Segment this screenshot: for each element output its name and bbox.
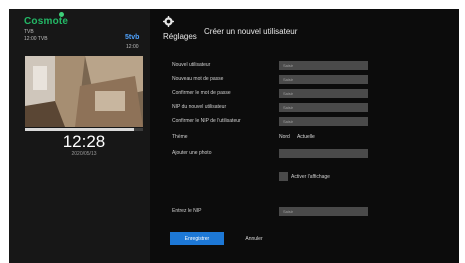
new-pin-input[interactable] [279, 103, 368, 112]
progress-fill [25, 128, 134, 131]
form-row-new-password: Nouveau mot de passe [172, 75, 372, 85]
save-button[interactable]: Enregistrer [170, 232, 224, 245]
theme-radio-group: Nord Actuelle [279, 134, 321, 140]
brand-dot-icon [59, 12, 64, 17]
form-row-new-user: Nouvel utilisateur [172, 61, 372, 71]
confirm-pin-input[interactable] [279, 117, 368, 126]
form-row-confirm-pin: Confirmer le NIP de l'utilisateur [172, 117, 372, 127]
date: 2020/05/13 [71, 151, 97, 157]
cancel-button[interactable]: Annuler [231, 232, 277, 245]
new-user-label: Nouvel utilisateur [172, 62, 211, 68]
program-line-2: 12:00 TVB [24, 36, 48, 42]
new-password-label: Nouveau mot de passe [172, 76, 224, 82]
pin-label: Entrez le NIP [172, 208, 202, 214]
confirm-pin-label: Confirmer le NIP de l'utilisateur [172, 118, 241, 124]
program-line-1: TVB [24, 29, 34, 35]
avatar-label: Ajouter une photo [172, 150, 212, 156]
display-checkbox-label: Activer l'affichage [291, 174, 330, 180]
display-checkbox[interactable] [279, 172, 288, 181]
new-user-input[interactable] [279, 61, 368, 70]
program-time: 12:00 [126, 44, 139, 50]
confirm-password-label: Confirmer le mot de passe [172, 90, 231, 96]
avatar-input[interactable] [279, 149, 368, 158]
sidebar-panel: Cosmote 5tvb TVB 12:00 TVB 12:00 12:28 2… [9, 9, 150, 263]
confirm-password-input[interactable] [279, 89, 368, 98]
settings-title: Réglages [163, 32, 197, 41]
form-row-new-pin: NIP du nouvel utilisateur [172, 103, 372, 113]
pin-input[interactable] [279, 207, 368, 216]
brand-logo: Cosmote [24, 16, 69, 27]
screen: Cosmote 5tvb TVB 12:00 TVB 12:00 12:28 2… [9, 9, 459, 263]
video-frame-image [25, 56, 143, 127]
clock: 12:28 [62, 132, 106, 151]
progress-bar [25, 128, 143, 131]
theme-label: Thème [172, 134, 188, 140]
theme-option-nord[interactable]: Nord [279, 134, 290, 140]
page-title: Créer un nouvel utilisateur [204, 27, 298, 36]
form-row-confirm-password: Confirmer le mot de passe [172, 89, 372, 99]
gear-icon [163, 16, 174, 27]
form-row-pin: Entrez le NIP [172, 207, 372, 217]
form-row-theme: Thème Nord Actuelle [172, 133, 372, 143]
theme-option-actuelle[interactable]: Actuelle [297, 134, 315, 140]
form-row-avatar: Ajouter une photo [172, 149, 372, 159]
new-pin-label: NIP du nouvel utilisateur [172, 104, 227, 110]
new-password-input[interactable] [279, 75, 368, 84]
channel-badge: 5tvb [125, 34, 140, 41]
video-preview[interactable] [25, 56, 143, 127]
